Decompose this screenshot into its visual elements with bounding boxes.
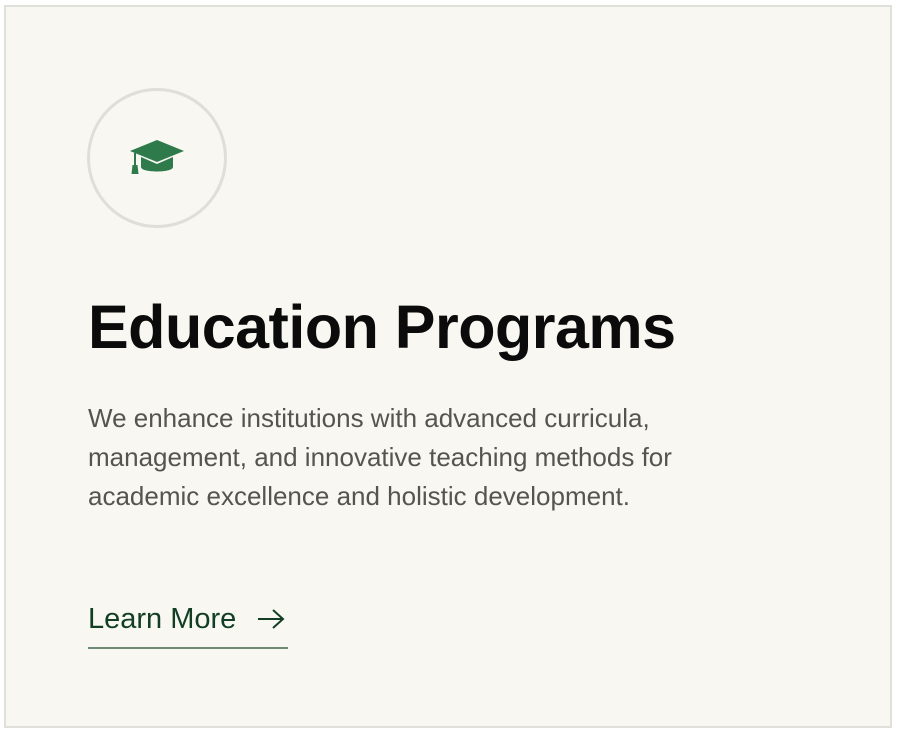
learn-more-label: Learn More bbox=[88, 602, 237, 635]
card-title: Education Programs bbox=[88, 293, 676, 361]
learn-more-link[interactable]: Learn More bbox=[88, 597, 288, 649]
graduation-cap-icon bbox=[130, 140, 184, 174]
card-description: We enhance institutions with advanced cu… bbox=[88, 403, 672, 511]
arrow-right-icon bbox=[258, 609, 285, 629]
education-programs-card: Education Programs We enhance institutio… bbox=[4, 5, 892, 728]
icon-badge bbox=[87, 88, 227, 228]
